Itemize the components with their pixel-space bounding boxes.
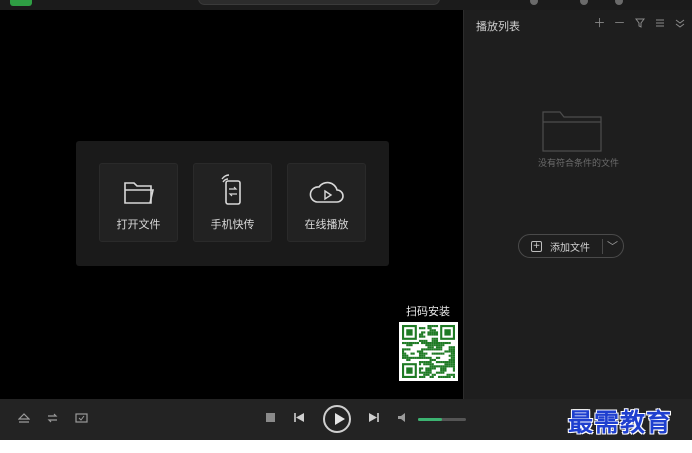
next-icon[interactable] xyxy=(368,412,380,427)
online-play-button[interactable]: 在线播放 xyxy=(287,163,366,242)
add-file-button[interactable]: + 添加文件 ﹀ xyxy=(518,234,624,258)
watermark-text: 最需教育 xyxy=(568,408,673,437)
title-bar xyxy=(0,0,692,10)
user-icon[interactable] xyxy=(530,0,538,5)
search-input[interactable] xyxy=(198,0,440,5)
empty-playlist-message: 没有符合条件的文件 xyxy=(537,159,619,169)
open-file-label: 打开文件 xyxy=(116,218,161,231)
filter-icon[interactable] xyxy=(633,16,646,29)
folder-icon xyxy=(123,182,154,204)
cloud-play-icon xyxy=(309,181,344,203)
online-play-label: 在线播放 xyxy=(304,218,349,231)
phone-transfer-icon xyxy=(220,174,241,205)
add-file-divider xyxy=(602,239,603,254)
stop-icon[interactable] xyxy=(265,412,276,427)
repeat-icon[interactable] xyxy=(46,412,59,428)
install-qr-code xyxy=(399,322,458,381)
playlist-toolbar: ＋ － xyxy=(593,16,686,30)
add-file-icon: + xyxy=(531,240,542,252)
volume-level xyxy=(418,418,442,421)
playlist-title: 播放列表 xyxy=(476,20,520,33)
list-icon[interactable] xyxy=(653,16,666,29)
remove-icon[interactable]: － xyxy=(613,16,626,30)
chevron-down-icon[interactable]: ﹀ xyxy=(607,238,618,254)
minimize-icon[interactable] xyxy=(615,0,623,5)
qr-code-image xyxy=(402,325,455,378)
phone-transfer-button[interactable]: 手机快传 xyxy=(193,163,272,242)
empty-folder-icon xyxy=(542,111,602,152)
add-file-label: 添加文件 xyxy=(550,242,590,254)
volume-slider[interactable] xyxy=(418,418,466,421)
quick-start-panel: 打开文件 手机快传 在线播放 xyxy=(76,141,389,266)
previous-icon[interactable] xyxy=(293,412,305,427)
video-area[interactable]: 打开文件 手机快传 在线播放 扫码安装 xyxy=(0,10,463,399)
volume-icon[interactable] xyxy=(397,412,409,427)
phone-transfer-label: 手机快传 xyxy=(210,218,255,231)
eject-icon[interactable] xyxy=(17,412,31,428)
app-logo xyxy=(10,0,32,6)
qr-title: 扫码安装 xyxy=(406,305,450,318)
bottom-margin xyxy=(0,440,692,453)
add-icon[interactable]: ＋ xyxy=(593,16,606,30)
play-button[interactable] xyxy=(323,405,351,433)
screenshot-icon[interactable] xyxy=(75,412,88,428)
open-file-button[interactable]: 打开文件 xyxy=(99,163,178,242)
playlist-panel: 播放列表 ＋ － 没有符合条件的文件 + 添加文件 ﹀ xyxy=(463,10,692,399)
collapse-icon[interactable] xyxy=(673,16,686,29)
settings-icon[interactable] xyxy=(580,0,588,5)
